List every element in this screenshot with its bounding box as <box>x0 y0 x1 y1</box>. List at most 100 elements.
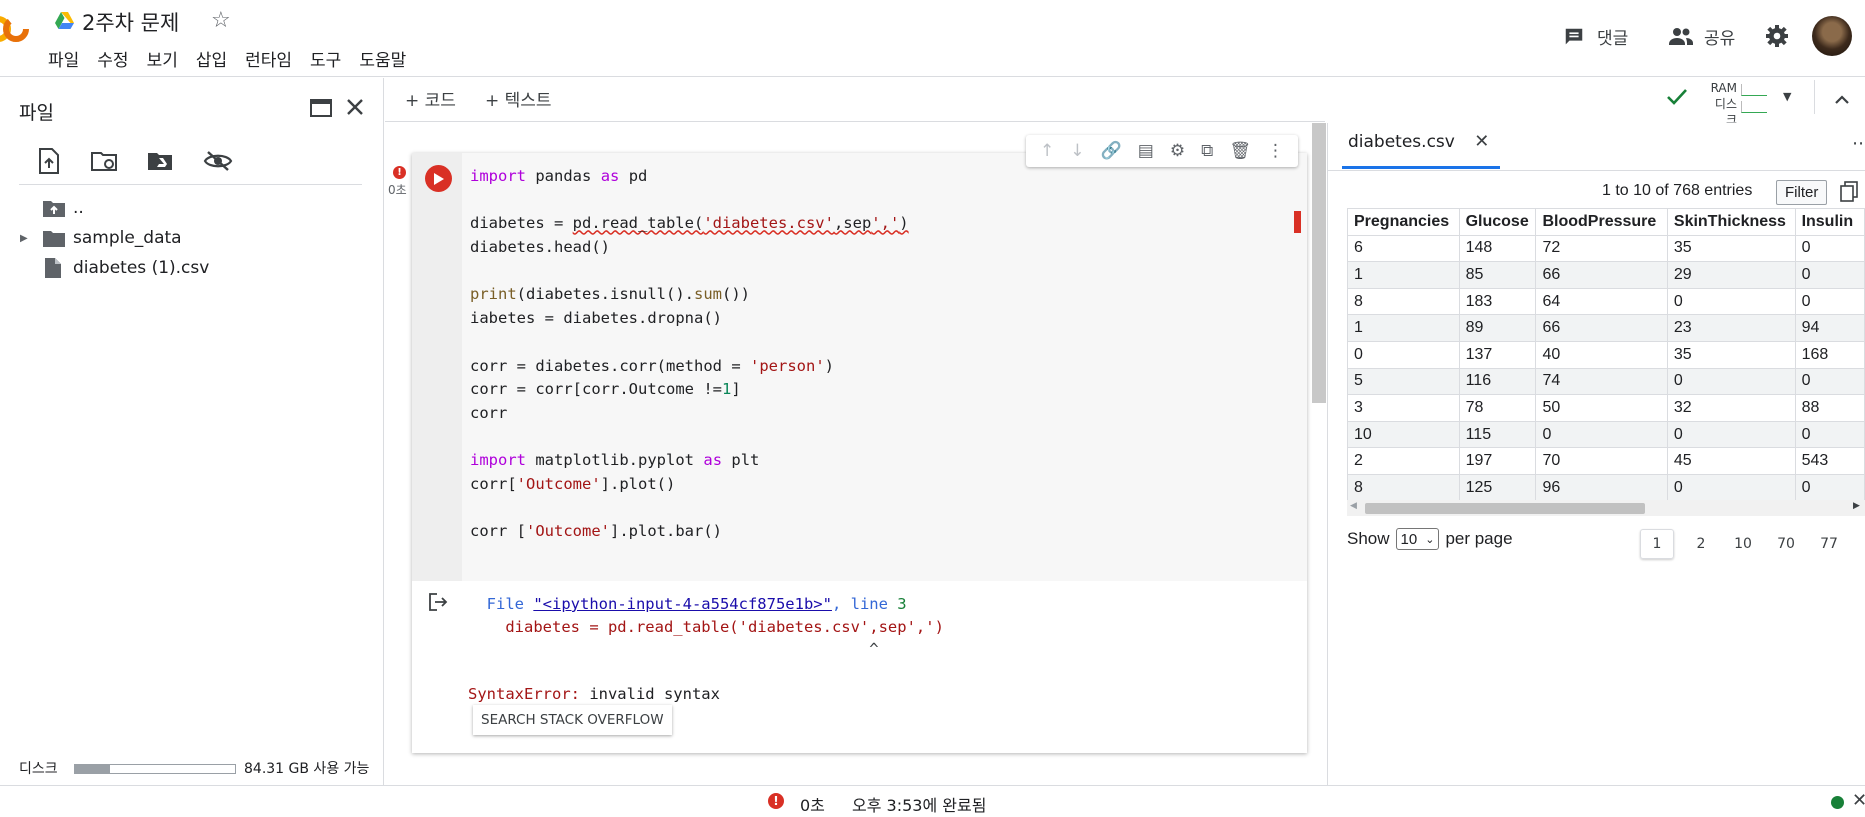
more-horiz-icon[interactable]: ⋯ <box>1852 133 1865 154</box>
scrollbar-thumb[interactable] <box>1365 503 1645 514</box>
code-line[interactable]: print(diabetes.isnull().sum()) <box>470 283 909 307</box>
page-button[interactable]: 2 <box>1684 529 1718 559</box>
google-drive-icon[interactable] <box>55 12 74 29</box>
menu-view[interactable]: 보기 <box>147 46 178 71</box>
code-line[interactable]: corr['Outcome'].plot() <box>470 473 909 497</box>
menu-insert[interactable]: 삽입 <box>196 46 227 71</box>
column-header[interactable]: BloodPressure <box>1535 208 1668 236</box>
comment-icon[interactable]: ▤ <box>1138 141 1154 161</box>
code-line[interactable]: corr ['Outcome'].plot.bar() <box>470 520 909 544</box>
tree-item-sample-data[interactable]: ▶ sample_data <box>20 228 182 248</box>
per-page-select[interactable]: 10 ⌄ <box>1395 528 1440 550</box>
page-button[interactable]: 77 <box>1812 529 1846 559</box>
share-label: 공유 <box>1704 29 1736 49</box>
notebook-scrollbar[interactable] <box>1312 123 1326 403</box>
output-exit-icon[interactable] <box>428 593 448 615</box>
menu-file[interactable]: 파일 <box>48 46 79 71</box>
files-panel: 파일 .. ▶ sample_data diabetes (1).csv 디스크… <box>0 78 384 785</box>
table-row: 5 116 74 0 0 <box>1347 367 1865 396</box>
colab-logo[interactable] <box>0 14 30 44</box>
link-icon[interactable]: 🔗 <box>1101 141 1122 161</box>
close-tab-icon[interactable]: ✕ <box>1474 131 1489 152</box>
page-size-control: Show 10 ⌄ per page <box>1347 528 1513 550</box>
table-cell: 8 <box>1347 473 1460 502</box>
page-button-active[interactable]: 1 <box>1640 529 1674 559</box>
code-line[interactable]: diabetes = pd.read_table('diabetes.csv',… <box>470 212 909 236</box>
mount-drive-icon[interactable] <box>147 150 175 176</box>
table-cell: 40 <box>1535 340 1668 369</box>
code-line[interactable] <box>470 331 909 355</box>
column-header[interactable]: SkinThickness <box>1666 208 1796 236</box>
copy-icon[interactable] <box>1840 181 1858 207</box>
search-stack-overflow-button[interactable]: SEARCH STACK OVERFLOW <box>473 705 672 735</box>
status-exec-time[interactable]: 0초 <box>800 792 825 816</box>
table-header-row: Pregnancies Glucose BloodPressure SkinTh… <box>1347 208 1865 236</box>
code-line[interactable]: corr = diabetes.corr(method = 'person') <box>470 355 909 379</box>
menu-edit[interactable]: 수정 <box>97 46 128 71</box>
share-button[interactable]: 공유 <box>1668 24 1735 49</box>
column-header[interactable]: Glucose <box>1458 208 1537 236</box>
code-line[interactable]: import pandas as pd <box>470 165 909 189</box>
code-cell[interactable]: import pandas as pd diabetes = pd.read_ta… <box>412 135 1307 753</box>
code-line[interactable] <box>470 189 909 213</box>
delete-icon[interactable]: 🗑 <box>1229 141 1251 161</box>
table-cell: 168 <box>1794 340 1865 369</box>
page-button[interactable]: 70 <box>1769 529 1803 559</box>
code-line[interactable]: corr <box>470 402 909 426</box>
menu-runtime[interactable]: 런타임 <box>245 46 292 71</box>
resources-labels[interactable]: RAM 디스크 <box>1705 80 1737 128</box>
code-line[interactable] <box>470 426 909 450</box>
mirror-cell-icon[interactable]: ⧉ <box>1201 141 1213 161</box>
table-row: 10 115 0 0 0 <box>1347 420 1865 449</box>
add-text-button[interactable]: + 텍스트 <box>485 86 552 111</box>
close-icon[interactable] <box>345 97 365 121</box>
code-line[interactable] <box>470 260 909 284</box>
close-status-icon[interactable]: ✕ <box>1852 790 1865 811</box>
resources-dropdown-icon[interactable]: ▼ <box>1783 90 1791 103</box>
settings-gear-icon[interactable]: ⚙ <box>1170 141 1185 161</box>
tree-item-parent[interactable]: .. <box>43 198 84 218</box>
tree-item-label: sample_data <box>73 228 182 248</box>
code-text[interactable]: import pandas as pd diabetes = pd.read_ta… <box>470 165 909 544</box>
user-avatar[interactable] <box>1812 16 1852 56</box>
code-line[interactable] <box>470 497 909 521</box>
move-down-icon[interactable]: ↓ <box>1070 141 1084 161</box>
comment-button[interactable]: 댓글 <box>1563 24 1628 49</box>
csv-tab[interactable]: diabetes.csv ✕ <box>1348 131 1489 152</box>
filter-button[interactable]: Filter <box>1776 180 1828 205</box>
code-line[interactable]: iabetes = diabetes.dropna() <box>470 307 909 331</box>
app-header: 2주차 문제 ☆ 파일 수정 보기 삽입 런타임 도구 도움말 댓글 공유 <box>0 0 1865 77</box>
open-in-tab-icon[interactable] <box>309 97 333 123</box>
entries-count: 1 to 10 of 768 entries <box>1602 182 1753 199</box>
code-line[interactable]: corr = corr[corr.Outcome !=1] <box>470 378 909 402</box>
run-cell-button[interactable] <box>425 165 452 192</box>
refresh-folder-icon[interactable] <box>91 150 119 176</box>
settings-gear-icon[interactable] <box>1765 24 1789 52</box>
table-cell: 125 <box>1458 473 1537 502</box>
hide-files-icon[interactable] <box>203 150 233 176</box>
column-header[interactable]: Pregnancies <box>1347 208 1460 236</box>
menu-tools[interactable]: 도구 <box>310 46 341 71</box>
status-error-icon: ! <box>768 793 784 809</box>
code-line[interactable]: import matplotlib.pyplot as plt <box>470 449 909 473</box>
collapse-chevron-icon[interactable] <box>1834 90 1850 109</box>
chevron-down-icon: ⌄ <box>1425 533 1435 546</box>
code-line[interactable]: diabetes.head() <box>470 236 909 260</box>
tree-item-diabetes-csv[interactable]: diabetes (1).csv <box>45 258 209 278</box>
star-icon[interactable]: ☆ <box>211 8 231 33</box>
notebook-title[interactable]: 2주차 문제 <box>82 7 179 37</box>
add-code-button[interactable]: + 코드 <box>405 86 456 111</box>
upload-file-icon[interactable] <box>38 148 60 178</box>
expand-arrow-icon[interactable]: ▶ <box>20 233 43 244</box>
table-horizontal-scrollbar[interactable]: ◀ ▶ <box>1347 500 1865 516</box>
play-icon <box>433 172 444 185</box>
menu-help[interactable]: 도움말 <box>359 46 406 71</box>
cell-gutter <box>412 153 462 581</box>
move-up-icon[interactable]: ↑ <box>1040 141 1054 161</box>
folder-icon <box>43 231 65 247</box>
more-vert-icon[interactable]: ⋮ <box>1267 141 1284 161</box>
traceback-file-link[interactable]: "<ipython-input-4-a554cf875e1b>" <box>533 595 832 613</box>
divider <box>1814 80 1815 114</box>
page-button[interactable]: 10 <box>1726 529 1760 559</box>
column-header[interactable]: Insulin <box>1794 208 1865 236</box>
